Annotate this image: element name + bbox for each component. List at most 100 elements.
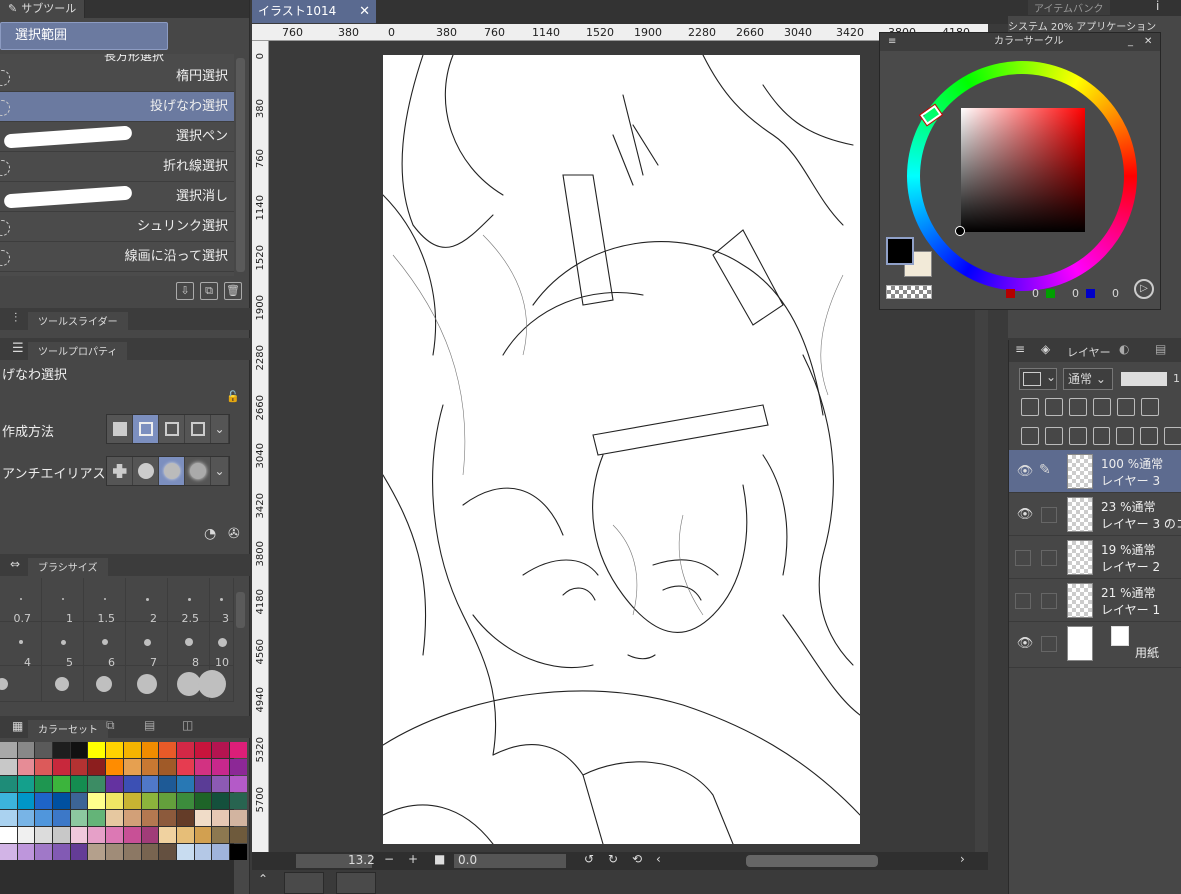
canvas-paper[interactable] xyxy=(383,55,860,844)
color-swatch[interactable] xyxy=(194,810,212,826)
layer-checkbox[interactable] xyxy=(1041,550,1057,566)
color-swatch[interactable] xyxy=(212,844,229,860)
eye-icon[interactable]: 👁 xyxy=(1013,507,1037,522)
subview-toggle-button[interactable] xyxy=(336,872,376,894)
layer-checkbox[interactable] xyxy=(1041,636,1057,652)
color-swatch[interactable] xyxy=(176,827,194,843)
chevron-down-icon[interactable]: ⌄ xyxy=(211,415,229,443)
transfer-down-icon[interactable] xyxy=(1092,427,1111,445)
layer-checkbox[interactable] xyxy=(1041,593,1057,609)
color-swatch[interactable] xyxy=(159,776,176,792)
color-swatch[interactable] xyxy=(106,776,123,792)
color-swatch[interactable] xyxy=(17,827,35,843)
brush-size-cell[interactable]: 7 xyxy=(126,622,168,669)
color-swatch[interactable] xyxy=(212,793,229,809)
color-swatch[interactable] xyxy=(70,827,88,843)
antialias-weak-icon[interactable] xyxy=(133,457,159,485)
rotate-left-icon[interactable]: ↺ xyxy=(584,852,594,866)
color-swatch[interactable] xyxy=(53,793,70,809)
subtract-selection-icon[interactable] xyxy=(159,415,185,443)
fit-square-icon[interactable]: ■ xyxy=(434,852,445,866)
color-swatch[interactable] xyxy=(0,759,17,775)
color-swatch[interactable] xyxy=(0,810,17,826)
color-swatch[interactable] xyxy=(106,827,123,843)
main-color-swatch[interactable] xyxy=(886,237,914,265)
color-swatch[interactable] xyxy=(35,776,53,792)
color-swatch[interactable] xyxy=(35,844,53,860)
color-swatch[interactable] xyxy=(70,742,88,758)
layer-row[interactable]: 21 %通常 レイヤー 1 xyxy=(1009,579,1181,622)
color-swatch[interactable] xyxy=(229,827,247,843)
color-swatch[interactable] xyxy=(212,810,229,826)
brush-size-cell[interactable] xyxy=(84,666,126,702)
layer-color-dropdown[interactable]: ⌄ xyxy=(1019,368,1057,390)
color-swatch[interactable] xyxy=(17,810,35,826)
color-swatch[interactable] xyxy=(176,759,194,775)
color-swatch[interactable] xyxy=(17,776,35,792)
subtool-lasso-selection[interactable]: 投げなわ選択 xyxy=(0,92,234,122)
color-swatch[interactable] xyxy=(88,776,106,792)
color-swatch[interactable] xyxy=(106,844,123,860)
eye-icon[interactable]: 👁 xyxy=(1013,636,1037,651)
brush-size-cell[interactable]: 0.7 xyxy=(0,578,42,625)
color-swatch[interactable] xyxy=(194,776,212,792)
menu-icon[interactable]: ≡ xyxy=(1015,342,1025,356)
color-swatch[interactable] xyxy=(123,776,141,792)
color-swatch[interactable] xyxy=(141,759,159,775)
color-picker-handle[interactable] xyxy=(955,226,965,236)
color-swatch[interactable] xyxy=(194,827,212,843)
color-swatch[interactable] xyxy=(176,776,194,792)
color-swatch[interactable] xyxy=(212,742,229,758)
color-swatch[interactable] xyxy=(106,742,123,758)
color-swatch[interactable] xyxy=(88,742,106,758)
antialias-medium-icon[interactable] xyxy=(159,457,185,485)
brush-size-tab[interactable]: ⇔ ブラシサイズ xyxy=(0,554,250,577)
add-selection-icon[interactable] xyxy=(133,415,159,443)
color-swatch[interactable] xyxy=(17,844,35,860)
tool-property-tab[interactable]: ☰ ツールプロパティ xyxy=(0,338,250,361)
subtool-group-selection[interactable]: 選択範囲 xyxy=(0,22,168,50)
tab-property-icon[interactable]: ▤ xyxy=(1155,342,1166,356)
subtool-selection-pen[interactable]: 選択ペン xyxy=(0,122,234,152)
trash-icon[interactable] xyxy=(1164,427,1181,445)
chevron-up-icon[interactable]: ⌃ xyxy=(258,872,268,886)
color-set-palette[interactable] xyxy=(0,742,247,894)
opacity-slider[interactable] xyxy=(1121,372,1167,386)
color-swatch[interactable] xyxy=(159,810,176,826)
color-swatch[interactable] xyxy=(106,810,123,826)
color-swatch[interactable] xyxy=(35,827,53,843)
subtool-shrink-selection[interactable]: シュリンク選択 xyxy=(0,212,234,242)
brush-size-cell[interactable]: 5 xyxy=(42,622,84,669)
visibility-checkbox[interactable] xyxy=(1015,550,1031,566)
color-swatch[interactable] xyxy=(229,742,247,758)
color-swatch[interactable] xyxy=(17,742,35,758)
tab-layer[interactable]: レイヤー xyxy=(1067,344,1111,360)
intermediate-color-icon[interactable]: ⧉ xyxy=(106,718,115,733)
color-swatch[interactable] xyxy=(106,793,123,809)
layer-row[interactable]: 19 %通常 レイヤー 2 xyxy=(1009,536,1181,579)
tab-subtool[interactable]: ✎ サブツール xyxy=(0,0,86,18)
document-tab[interactable]: イラスト1014 ✕ xyxy=(252,0,376,23)
color-swatch[interactable] xyxy=(53,742,70,758)
brush-size-cell[interactable]: 2 xyxy=(126,578,168,625)
info-icon[interactable]: i xyxy=(1156,0,1159,13)
chevron-down-icon[interactable]: ⌄ xyxy=(211,457,229,485)
color-swatch[interactable] xyxy=(212,776,229,792)
color-swatch[interactable] xyxy=(229,810,247,826)
color-swatch[interactable] xyxy=(176,793,194,809)
navigator-toggle-button[interactable] xyxy=(284,872,324,894)
color-swatch[interactable] xyxy=(88,759,106,775)
trash-icon[interactable]: 🗑 xyxy=(224,282,242,300)
color-swatch[interactable] xyxy=(176,844,194,860)
color-swatch[interactable] xyxy=(88,810,106,826)
brush-size-cell[interactable]: 8 xyxy=(168,622,210,669)
color-set-tab[interactable]: ▦ カラーセット ⧉ ▤ ◫ xyxy=(0,716,250,739)
reference-icon[interactable] xyxy=(1045,398,1063,416)
color-swatch[interactable] xyxy=(53,827,70,843)
subtool-selection-eraser[interactable]: 選択消し xyxy=(0,182,234,212)
brush-size-cell[interactable]: 2.5 xyxy=(168,578,210,625)
tab-navigator-icon[interactable]: ◐ xyxy=(1119,342,1129,356)
tab-item-bank[interactable]: アイテムバンク xyxy=(1028,0,1110,15)
color-swatch[interactable] xyxy=(176,742,194,758)
color-swatch[interactable] xyxy=(88,827,106,843)
